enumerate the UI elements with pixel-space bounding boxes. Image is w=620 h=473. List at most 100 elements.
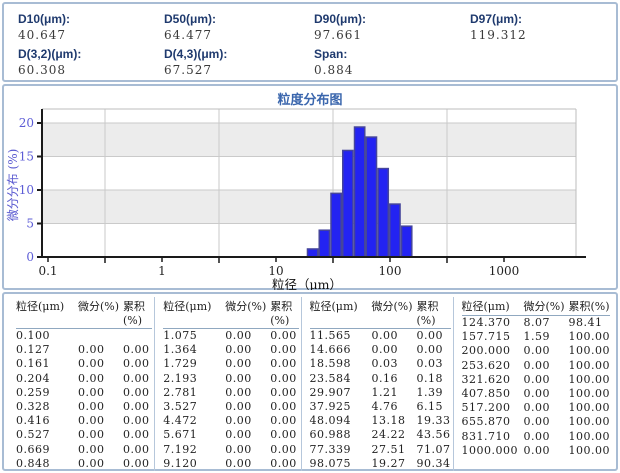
table-cell: 0.00 — [123, 357, 152, 371]
table-cell: 0.00 — [78, 386, 123, 400]
table-cell: 1.59 — [524, 330, 569, 344]
table-row: 77.33927.5171.07 — [310, 443, 451, 457]
stat-value: 119.312 — [470, 28, 616, 42]
table-cell: 0.00 — [78, 443, 123, 457]
stat-d32: D(3,2)(μm): 60.308 — [18, 47, 164, 79]
stat-value: 67.527 — [164, 63, 314, 77]
stat-d97: D97(μm): 119.312 — [470, 12, 616, 44]
table-cell: 2.781 — [163, 386, 225, 400]
table-row: 4.4720.000.00 — [163, 414, 298, 428]
table-cell: 13.18 — [372, 414, 417, 428]
table-cell: 0.00 — [123, 372, 152, 386]
table-row: 2.7810.000.00 — [163, 386, 298, 400]
table-row: 14.6660.000.00 — [310, 343, 451, 357]
table-cell: 0.00 — [417, 343, 451, 357]
table-cell: 0.848 — [16, 457, 78, 471]
grid-band — [42, 123, 576, 157]
table-row: 0.2590.000.00 — [16, 386, 152, 400]
table-row: 655.8700.00100.00 — [462, 415, 611, 429]
table-cell: 0.00 — [417, 329, 451, 343]
table-row: 517.2000.00100.00 — [462, 401, 611, 415]
distribution-bar — [402, 226, 412, 257]
x-tick-label: 10 — [268, 264, 283, 278]
table-cell: 0.03 — [417, 357, 451, 371]
table-cell: 0.00 — [123, 457, 152, 471]
table-cell: 0.00 — [270, 372, 298, 386]
table-row: 0.3280.000.00 — [16, 400, 152, 414]
table-cell: 831.710 — [462, 430, 524, 444]
table-cell: 253.620 — [462, 359, 524, 373]
table-cell — [78, 329, 123, 343]
table-cell: 0.00 — [123, 386, 152, 400]
table-cell: 100.00 — [569, 430, 611, 444]
table-row: 0.6690.000.00 — [16, 443, 152, 457]
table-cell: 0.00 — [225, 357, 270, 371]
table-cell: 1.364 — [163, 343, 225, 357]
table-cell: 0.00 — [524, 415, 569, 429]
table-row: 0.2040.000.00 — [16, 372, 152, 386]
table-cell: 0.00 — [524, 401, 569, 415]
table-cell: 1.39 — [417, 386, 451, 400]
table-cell: 4.472 — [163, 414, 225, 428]
table-cell: 0.00 — [270, 386, 298, 400]
table-cell: 0.527 — [16, 428, 78, 442]
table-header-cell: 微分(%) — [78, 298, 123, 327]
x-tick-label: 1 — [158, 264, 166, 278]
table-cell: 0.00 — [78, 357, 123, 371]
table-cell: 100.00 — [569, 359, 611, 373]
distribution-bar — [307, 249, 317, 257]
table-cell: 0.416 — [16, 414, 78, 428]
table-cell: 0.00 — [270, 414, 298, 428]
table-cell: 0.00 — [524, 430, 569, 444]
table-row: 253.6200.00100.00 — [462, 359, 611, 373]
table-cell: 0.00 — [225, 457, 270, 471]
table-group: 粒径(μm)微分(%)累积(%)0.1000.1270.000.000.1610… — [8, 297, 154, 471]
table-row: 18.5980.030.03 — [310, 357, 451, 371]
distribution-bar — [343, 150, 353, 257]
table-row: 11.5650.000.00 — [310, 329, 451, 343]
table-cell: 0.00 — [78, 372, 123, 386]
table-cell: 100.00 — [569, 444, 611, 458]
stat-d50: D50(μm): 64.477 — [164, 12, 314, 44]
y-tick-label: 15 — [19, 150, 34, 164]
table-row: 9.1200.000.00 — [163, 457, 298, 471]
table-row: 98.07519.2790.34 — [310, 457, 451, 471]
table-row: 7.1920.000.00 — [163, 443, 298, 457]
y-tick-label: 0 — [26, 250, 34, 264]
table-cell: 7.192 — [163, 443, 225, 457]
table-header-cell: 微分(%) — [372, 298, 417, 327]
table-cell: 0.100 — [16, 329, 78, 343]
table-cell: 0.00 — [270, 343, 298, 357]
distribution-bar — [331, 193, 341, 257]
table-header-cell: 微分(%) — [225, 298, 270, 327]
table-cell: 0.00 — [123, 443, 152, 457]
table-row: 1.3640.000.00 — [163, 343, 298, 357]
stat-value: 0.884 — [314, 63, 470, 77]
table-cell: 11.565 — [310, 329, 372, 343]
stat-value: 97.661 — [314, 28, 470, 42]
table-cell: 18.598 — [310, 357, 372, 371]
table-row: 23.5840.160.18 — [310, 372, 451, 386]
table-header-cell: 累积(%) — [123, 298, 152, 327]
table-row: 1000.0000.00100.00 — [462, 444, 611, 458]
table-cell: 0.00 — [372, 329, 417, 343]
table-cell: 6.15 — [417, 400, 451, 414]
table-cell: 407.850 — [462, 387, 524, 401]
table-cell: 200.000 — [462, 344, 524, 358]
distribution-chart: 051015200.11101001000粒径（μm）微分分布 (%) — [4, 105, 616, 290]
stat-d43: D(4,3)(μm): 67.527 — [164, 47, 314, 79]
table-cell: 60.988 — [310, 428, 372, 442]
table-cell: 27.51 — [372, 443, 417, 457]
table-cell: 0.00 — [225, 329, 270, 343]
stat-label: D(4,3)(μm): — [164, 47, 314, 61]
table-cell: 8.07 — [524, 316, 569, 330]
table-row: 2.1930.000.00 — [163, 372, 298, 386]
table-row: 407.8500.00100.00 — [462, 387, 611, 401]
table-row: 0.1270.000.00 — [16, 343, 152, 357]
table-cell: 157.715 — [462, 330, 524, 344]
table-cell: 3.527 — [163, 400, 225, 414]
distribution-chart-panel: 粒度分布图 051015200.11101001000粒径（μm）微分分布 (%… — [2, 84, 618, 290]
table-row: 0.100 — [16, 329, 152, 343]
y-axis-title: 微分分布 (%) — [6, 149, 20, 222]
table-cell: 4.76 — [372, 400, 417, 414]
